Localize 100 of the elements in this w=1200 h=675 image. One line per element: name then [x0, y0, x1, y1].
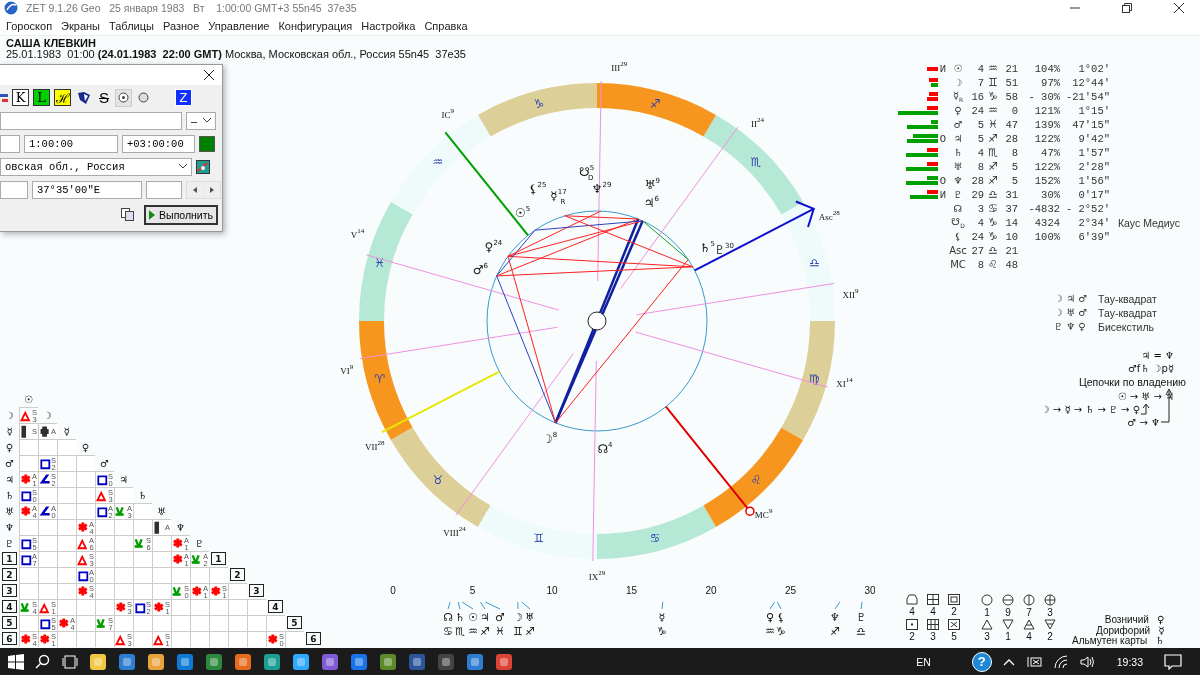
volume-icon[interactable]	[1079, 654, 1096, 669]
scroll-button[interactable]	[204, 181, 220, 198]
aspect-symbol: ⚺	[135, 538, 142, 549]
triangle-icon	[981, 619, 993, 630]
aspect-symbol: ⚺	[97, 618, 104, 629]
speed-value: 2'28"	[1078, 160, 1110, 173]
network-icon[interactable]	[1025, 654, 1042, 669]
house-label: IX$^{29}$	[588, 568, 606, 582]
circle-shape-icon	[1002, 594, 1014, 606]
clock[interactable]: 19:33	[1116, 655, 1143, 668]
app-icon[interactable]	[466, 652, 484, 671]
degree-tick: 10	[546, 584, 558, 596]
start-icon[interactable]	[8, 653, 24, 670]
house-label: VII$^{28}$	[365, 438, 385, 452]
app-icon[interactable]	[321, 652, 339, 671]
menu-item[interactable]: Конфигурация	[278, 19, 353, 32]
planet-glyph: ♃	[953, 133, 963, 145]
planet-glyph: ♄	[1155, 635, 1165, 647]
aspect-symbol: ✱	[154, 602, 164, 613]
app-icon[interactable]	[408, 652, 426, 671]
aspect-symbol: △	[78, 538, 87, 549]
menu-item[interactable]: Гороскоп	[6, 19, 53, 32]
menu-item[interactable]: Экраны	[61, 19, 101, 32]
toolbar-button[interactable]	[115, 88, 132, 107]
wifi-icon[interactable]	[1052, 654, 1069, 669]
toolbar-button[interactable]: ℋ	[54, 89, 71, 107]
input-field[interactable]	[0, 134, 20, 153]
scroll-button[interactable]	[187, 181, 203, 198]
count-value: 3	[930, 630, 936, 642]
person-name: САША КЛЕВКИН	[6, 37, 97, 49]
menu-item[interactable]: Управление	[208, 19, 270, 32]
grid-cell	[152, 567, 171, 583]
count-value: 2	[909, 630, 915, 642]
toolbar-button[interactable]: L	[33, 89, 50, 107]
planet-glyph: ☊	[953, 203, 963, 215]
toolbar-button[interactable]: S	[97, 88, 111, 107]
app-icon[interactable]	[234, 652, 252, 671]
input-field[interactable]	[0, 111, 182, 130]
input-field[interactable]	[0, 180, 28, 199]
app-icon[interactable]	[379, 652, 397, 671]
app-icon[interactable]	[495, 652, 513, 671]
minute-value: 31	[1005, 188, 1018, 201]
chevron-up-icon[interactable]	[1002, 657, 1015, 666]
menu-item[interactable]: Разное	[162, 19, 200, 32]
maximize-icon[interactable]	[1122, 3, 1132, 14]
sign-glyph: ♑	[533, 96, 545, 111]
aspect-symbol: ⋕	[40, 426, 50, 437]
app-icon[interactable]	[292, 652, 310, 671]
close-icon[interactable]	[204, 69, 214, 80]
toolbar-button[interactable]: K	[12, 89, 29, 107]
copy-icon[interactable]	[121, 208, 134, 222]
sign-glyph: ♒	[988, 62, 998, 76]
notification-icon[interactable]	[1164, 653, 1182, 670]
aspect-symbol: □	[135, 602, 146, 613]
grid-cell	[209, 631, 228, 647]
planet-glyph: ♆	[953, 175, 963, 187]
input-field[interactable]: 37°35'00"E	[32, 180, 142, 199]
aspect-symbol: □	[97, 506, 108, 517]
input-field[interactable]	[146, 180, 182, 199]
percent-value: - 30%	[1028, 90, 1060, 103]
row-label: ♅	[4, 504, 15, 519]
menu-item[interactable]: Справка	[424, 19, 468, 32]
task-view-icon[interactable]	[62, 653, 78, 670]
combo-box[interactable]: овская обл., Россия	[0, 157, 192, 176]
percent-value: 121%	[1034, 104, 1060, 117]
planet-glyph: ☉	[953, 63, 963, 75]
map-icon[interactable]	[196, 159, 210, 174]
language-indicator[interactable]: EN	[916, 655, 931, 668]
input-field[interactable]: 1:00:00	[24, 134, 118, 153]
aspect-symbol: ✱	[192, 586, 202, 597]
app-icon[interactable]	[176, 652, 194, 671]
menu-item[interactable]: Настройка	[361, 19, 416, 32]
search-icon[interactable]	[35, 653, 51, 670]
circle-shape-icon	[1023, 594, 1035, 606]
run-button[interactable]: Выполнить	[144, 204, 218, 225]
color-swatch[interactable]	[199, 135, 215, 152]
help-button[interactable]: ?	[971, 651, 992, 672]
minute-value: 10	[1005, 230, 1018, 243]
app-icon[interactable]	[350, 652, 368, 671]
combo-box[interactable]: –	[186, 111, 216, 130]
degree-tick: 20	[705, 584, 717, 596]
degree-value: 7	[977, 76, 984, 89]
chart-details: 25.01.1983 01:00 (24.01.1983 22:00 GMT) Москва, Московская обл., Россия 55n45 37e35	[6, 48, 467, 60]
app-icon[interactable]	[147, 652, 165, 671]
status-mark: И	[939, 188, 947, 201]
app-icon[interactable]	[263, 652, 281, 671]
toolbar-button[interactable]: Z	[175, 89, 192, 107]
sign-glyph: ♍	[808, 372, 820, 386]
app-icon[interactable]	[89, 652, 107, 671]
close-icon[interactable]	[1174, 3, 1184, 14]
planet-glyph: ♂	[495, 610, 505, 624]
app-icon[interactable]	[205, 652, 223, 671]
role-label: Возничий	[1104, 614, 1149, 626]
sign-glyph: ♓	[374, 255, 386, 270]
aspect-symbol: ✱	[40, 634, 50, 645]
degree-value: 4	[977, 216, 984, 229]
house-label: XII$^{9}$	[842, 287, 859, 301]
app-icon[interactable]	[118, 652, 136, 671]
menu-item[interactable]: Таблицы	[109, 19, 154, 32]
input-field[interactable]: +03:00:00	[122, 134, 195, 153]
